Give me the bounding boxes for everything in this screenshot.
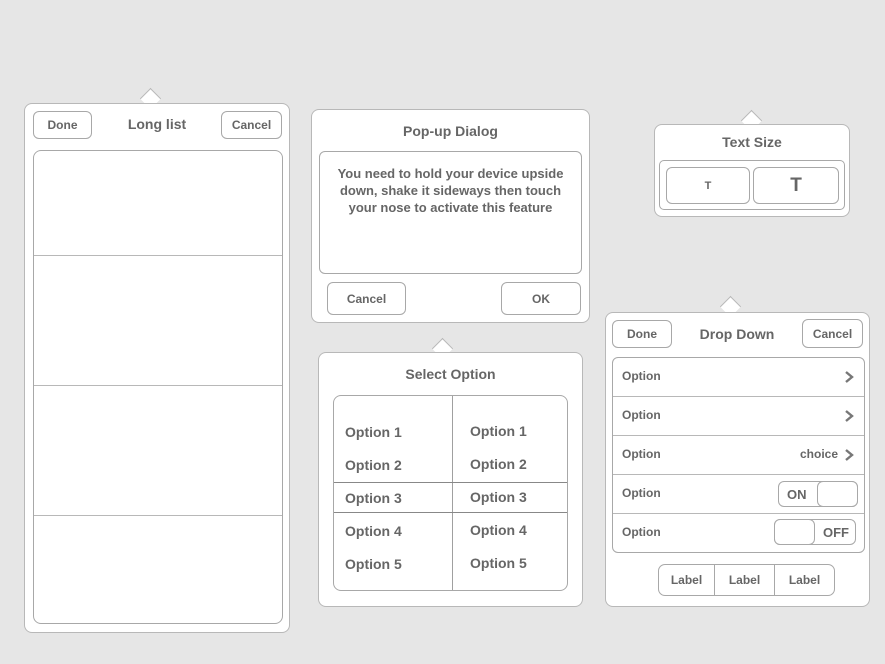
drop-down-row: Option OFF <box>613 514 864 553</box>
popup-dialog-message: You need to hold your device upside down… <box>320 165 581 216</box>
on-off-switch-on[interactable]: ON <box>778 481 858 507</box>
picker-col1-option-selected[interactable]: Option 3 <box>345 490 402 506</box>
picker-col1-option[interactable]: Option 2 <box>345 457 402 473</box>
drop-down-row[interactable]: Option choice <box>613 436 864 475</box>
long-list-popover: Done Long list Cancel <box>24 103 290 633</box>
drop-down-row[interactable]: Option <box>613 358 864 397</box>
message-line: your nose to activate this feature <box>348 200 553 215</box>
select-option-popover: Select Option Option 1 Option 2 Option 3… <box>318 352 583 607</box>
picker-col1-option[interactable]: Option 1 <box>345 424 402 440</box>
switch-knob[interactable] <box>817 481 858 507</box>
popup-dialog-cancel-button[interactable]: Cancel <box>327 282 406 315</box>
popup-dialog-title: Pop-up Dialog <box>403 123 498 139</box>
text-size-small-button[interactable]: T <box>666 167 750 204</box>
row-label: Option <box>622 408 661 422</box>
list-row-divider <box>34 255 282 256</box>
segment-button[interactable]: Label <box>775 565 834 595</box>
chevron-right-icon <box>845 371 854 383</box>
drop-down-row[interactable]: Option <box>613 397 864 436</box>
picker-col2-option-selected[interactable]: Option 3 <box>470 489 527 505</box>
text-size-title: Text Size <box>722 134 782 150</box>
popup-dialog: Pop-up Dialog You need to hold your devi… <box>311 109 590 323</box>
switch-state-label: OFF <box>823 525 849 540</box>
drop-down-row: Option ON <box>613 475 864 514</box>
segmented-control: Label Label Label <box>658 564 835 596</box>
drop-down-popover: Done Drop Down Cancel Option Option Opti… <box>605 312 870 607</box>
message-line: You need to hold your device upside <box>337 166 564 181</box>
drop-down-cancel-button[interactable]: Cancel <box>802 319 863 348</box>
long-list-title: Long list <box>127 116 187 132</box>
text-size-control-group: T T <box>659 160 845 210</box>
switch-knob[interactable] <box>774 519 815 545</box>
picker-col2-option[interactable]: Option 2 <box>470 456 527 472</box>
picker-col1-option[interactable]: Option 5 <box>345 556 402 572</box>
chevron-right-icon <box>845 449 854 461</box>
drop-down-title: Drop Down <box>699 326 775 342</box>
row-label: Option <box>622 525 661 539</box>
long-list-table[interactable] <box>33 150 283 624</box>
picker-col2-option[interactable]: Option 4 <box>470 522 527 538</box>
picker-col1-option[interactable]: Option 4 <box>345 523 402 539</box>
popup-dialog-message-box: You need to hold your device upside down… <box>319 151 582 274</box>
list-row-divider <box>34 515 282 516</box>
picker-col2-option[interactable]: Option 5 <box>470 555 527 571</box>
row-label: Option <box>622 447 661 461</box>
chevron-right-icon <box>845 410 854 422</box>
on-off-switch-off[interactable]: OFF <box>774 519 856 545</box>
list-row-divider <box>34 385 282 386</box>
row-label: Option <box>622 369 661 383</box>
long-list-cancel-button[interactable]: Cancel <box>221 111 282 139</box>
picker-col2-option[interactable]: Option 1 <box>470 423 527 439</box>
row-detail-value: choice <box>799 447 838 461</box>
drop-down-table: Option Option Option choice Option ON Op… <box>612 357 865 553</box>
segment-button[interactable]: Label <box>659 565 715 595</box>
text-size-popover: Text Size T T <box>654 124 850 217</box>
message-line: down, shake it sideways then touch <box>339 183 562 198</box>
long-list-done-button[interactable]: Done <box>33 111 92 139</box>
drop-down-done-button[interactable]: Done <box>612 320 672 348</box>
row-label: Option <box>622 486 661 500</box>
switch-state-label: ON <box>787 487 807 502</box>
option-picker[interactable]: Option 1 Option 2 Option 3 Option 4 Opti… <box>333 395 568 591</box>
popup-dialog-ok-button[interactable]: OK <box>501 282 581 315</box>
text-size-large-button[interactable]: T <box>753 167 839 204</box>
segment-button[interactable]: Label <box>715 565 775 595</box>
select-option-title: Select Option <box>405 366 496 382</box>
